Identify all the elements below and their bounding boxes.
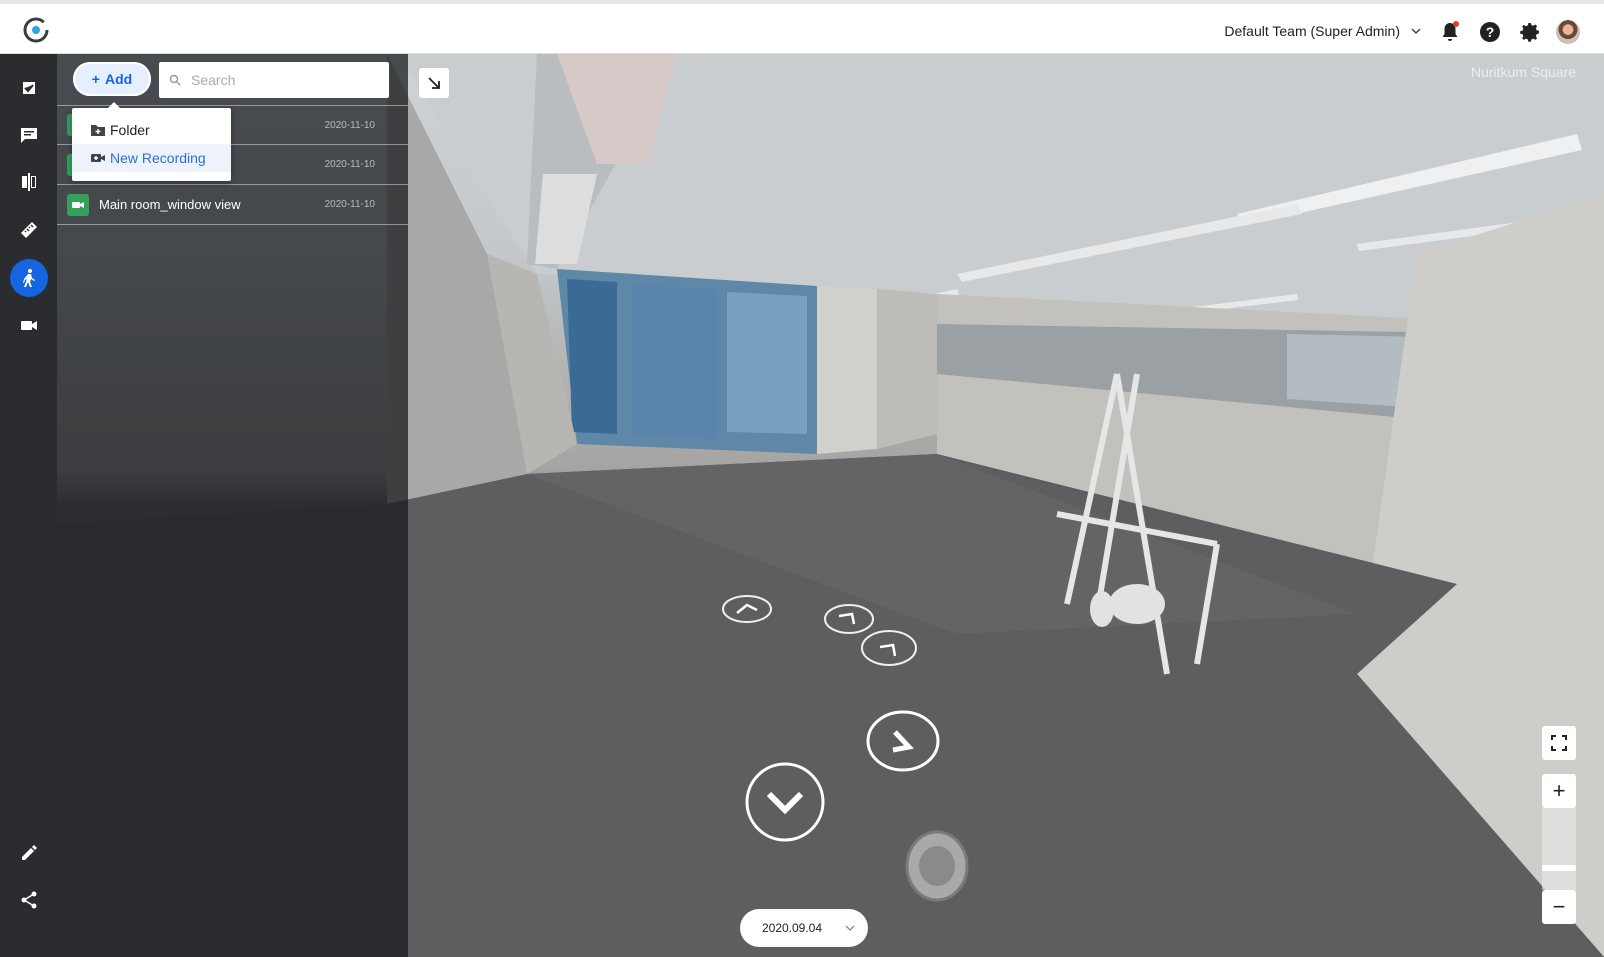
menu-item-label: Folder bbox=[110, 122, 150, 138]
zoom-control: + − bbox=[1542, 774, 1576, 924]
zoom-slider-thumb[interactable] bbox=[1542, 865, 1576, 871]
zoom-in-button[interactable]: + bbox=[1542, 774, 1576, 808]
checklist-button[interactable] bbox=[10, 69, 48, 107]
video-button[interactable] bbox=[10, 306, 48, 344]
recording-date: 2020-11-10 bbox=[324, 159, 375, 170]
add-button-label: Add bbox=[104, 71, 133, 87]
video-icon bbox=[67, 193, 89, 216]
search-input[interactable] bbox=[191, 72, 381, 88]
checklist-icon bbox=[21, 80, 37, 96]
recordings-panel: + Add 2020-11-10 2020-11-10 Main room_wi… bbox=[57, 54, 408, 957]
fullscreen-icon bbox=[1551, 735, 1567, 751]
menu-item-label: New Recording bbox=[110, 150, 206, 166]
nav-backward-arrow[interactable] bbox=[743, 760, 827, 844]
chevron-down-icon bbox=[1411, 28, 1421, 35]
gear-icon[interactable] bbox=[1518, 20, 1542, 44]
folder-add-icon bbox=[91, 125, 105, 136]
fullscreen-button[interactable] bbox=[1542, 726, 1576, 760]
toggle-panel-button[interactable] bbox=[419, 68, 449, 98]
compare-icon bbox=[22, 173, 36, 191]
search-box[interactable] bbox=[159, 62, 389, 98]
tool-rail bbox=[0, 54, 57, 957]
menu-item-new-recording[interactable]: New Recording bbox=[72, 144, 231, 172]
recording-name: Main room_window view bbox=[99, 197, 241, 212]
video-icon bbox=[21, 321, 37, 330]
video-add-icon bbox=[91, 154, 105, 162]
share-button[interactable] bbox=[10, 881, 48, 919]
logo-icon[interactable] bbox=[22, 16, 50, 44]
help-icon[interactable]: ? bbox=[1478, 20, 1502, 44]
share-icon bbox=[21, 891, 37, 909]
svg-text:?: ? bbox=[1486, 24, 1495, 40]
arrow-down-right-icon bbox=[428, 77, 440, 89]
zoom-out-button[interactable]: − bbox=[1542, 890, 1576, 924]
top-bar: Default Team (Super Admin) ? bbox=[0, 0, 1604, 54]
menu-item-folder[interactable]: Folder bbox=[72, 116, 231, 144]
team-label: Default Team (Super Admin) bbox=[1224, 23, 1400, 39]
plus-icon: + bbox=[91, 71, 100, 87]
team-selector[interactable]: Default Team (Super Admin) bbox=[1224, 23, 1422, 39]
pencil-icon bbox=[22, 845, 37, 860]
recording-row[interactable]: Main room_window view 2020-11-10 bbox=[57, 185, 408, 225]
compare-button[interactable] bbox=[10, 163, 48, 201]
add-button[interactable]: + Add bbox=[73, 62, 151, 96]
ruler-icon bbox=[21, 222, 37, 238]
avatar[interactable] bbox=[1556, 20, 1580, 44]
search-icon bbox=[169, 74, 181, 86]
zoom-slider[interactable] bbox=[1542, 808, 1576, 890]
place-name: Nuritkum Square bbox=[1470, 64, 1576, 80]
measure-button[interactable] bbox=[10, 211, 48, 249]
bell-icon[interactable] bbox=[1438, 20, 1462, 44]
add-menu: Folder New Recording bbox=[72, 102, 231, 181]
edit-button[interactable] bbox=[10, 834, 48, 872]
walk-button[interactable] bbox=[10, 259, 48, 297]
nav-forward-arrow[interactable] bbox=[865, 709, 941, 773]
recording-date: 2020-11-10 bbox=[324, 119, 375, 131]
comment-icon bbox=[21, 128, 37, 143]
capture-date: 2020.09.04 bbox=[761, 921, 823, 935]
walk-icon bbox=[23, 269, 35, 287]
comment-button[interactable] bbox=[10, 116, 48, 154]
chevron-down-icon bbox=[845, 925, 855, 931]
recording-date: 2020-11-10 bbox=[324, 199, 375, 210]
date-selector[interactable]: 2020.09.04 bbox=[740, 909, 868, 947]
